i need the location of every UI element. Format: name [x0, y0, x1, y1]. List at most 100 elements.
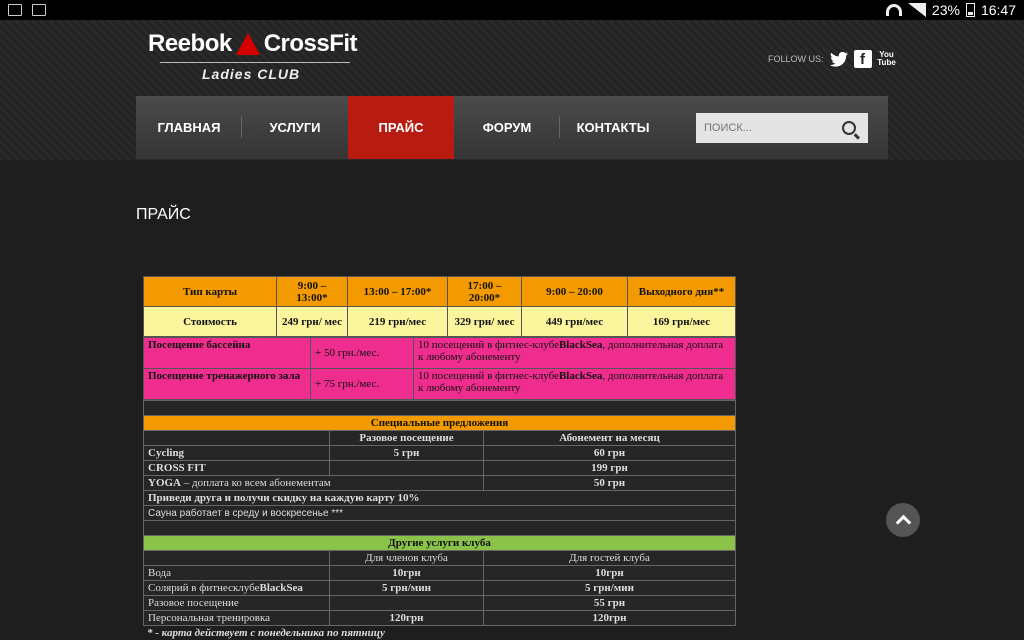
nav-item-forum[interactable]: ФОРУМ — [454, 96, 560, 159]
table-cell: 120грн — [483, 610, 736, 626]
sauna-note: Сауна работает в среду и воскресенье *** — [143, 505, 736, 521]
table-row: Тип карты 9:00 – 13:00* 13:00 – 17:00* 1… — [143, 276, 736, 307]
table-cell: 60 грн — [483, 445, 736, 461]
table-cell: YOGA – доплата ко всем абонементам — [143, 475, 484, 491]
table-header-cell: 17:00 – 20:00* — [447, 276, 522, 307]
site-logo[interactable]: Reebok CrossFit Ladies CLUB — [140, 20, 380, 90]
table-header-cell: Для гостей клуба — [483, 550, 736, 566]
nav-item-home[interactable]: ГЛАВНАЯ — [136, 96, 242, 159]
table-header-cell: 9:00 – 13:00* — [276, 276, 348, 307]
table-row: Другие услуги клуба — [143, 535, 736, 551]
table-row: Разовое посещение 55 грн — [143, 595, 736, 611]
footnote: * - карта действует с понедельника по пя… — [147, 627, 385, 639]
special-offers-table: Специальные предложения Разовое посещени… — [143, 400, 736, 626]
screenshot-notification-icon — [32, 4, 46, 16]
search-icon[interactable] — [842, 121, 856, 135]
table-cell — [143, 550, 330, 566]
table-cell: + 50 грн./мес. — [310, 337, 414, 369]
table-cell: Вода — [143, 565, 330, 581]
social-links: FOLLOW US: f You Tube — [768, 50, 896, 68]
table-row: Персональная тренировка 120грн 120грн — [143, 610, 736, 626]
table-cell: Разовое посещение — [143, 595, 330, 611]
table-cell: Персональная тренировка — [143, 610, 330, 626]
table-cell: 5 грн — [329, 445, 484, 461]
promo-text: Приведи друга и получи скидку на каждую … — [143, 490, 736, 506]
card-prices-table: Тип карты 9:00 – 13:00* 13:00 – 17:00* 1… — [143, 276, 736, 337]
battery-percent: 23% — [931, 2, 960, 18]
twitter-icon[interactable] — [829, 50, 848, 68]
main-nav: ГЛАВНАЯ УСЛУГИ ПРАЙС ФОРУМ КОНТАКТЫ — [136, 96, 888, 159]
table-row: Вода 10грн 10грн — [143, 565, 736, 581]
nav-item-prices[interactable]: ПРАЙС — [348, 96, 454, 159]
status-bar: 23% 16:47 — [0, 0, 1024, 20]
clock: 16:47 — [980, 2, 1016, 18]
table-cell: CROSS FIT — [143, 460, 330, 476]
table-row: Для членов клуба Для гостей клуба — [143, 550, 736, 566]
logo-brand-reebok: Reebok — [148, 30, 232, 57]
table-cell: + 75 грн./мес. — [310, 368, 414, 400]
youtube-icon[interactable]: You Tube — [877, 50, 896, 68]
scroll-to-top-button[interactable] — [886, 503, 920, 537]
chevron-up-icon — [895, 514, 911, 531]
table-row: CROSS FIT 199 грн — [143, 460, 736, 476]
other-services-title: Другие услуги клуба — [143, 535, 736, 551]
table-header-cell: Тип карты — [143, 276, 277, 307]
table-cell: Солярий в фитнесклубеBlackSea — [143, 580, 330, 596]
special-title: Специальные предложения — [143, 415, 736, 431]
table-cell: Посещение тренажерного зала — [143, 368, 311, 400]
table-cell: 329 грн/ мес — [447, 306, 522, 337]
table-header-cell: Для членов клуба — [329, 550, 484, 566]
table-cell: 10грн — [329, 565, 484, 581]
table-cell: Стоимость — [143, 306, 277, 337]
signal-icon — [907, 3, 926, 17]
logo-brand-crossfit: CrossFit — [263, 30, 358, 57]
crossfit-delta-icon — [235, 33, 260, 55]
table-row: Cycling 5 грн 60 грн — [143, 445, 736, 461]
table-cell — [143, 430, 330, 446]
table-cell — [143, 520, 736, 536]
table-row: Стоимость 249 грн/ мес 219 грн/мес 329 г… — [143, 306, 736, 337]
price-tables: Тип карты 9:00 – 13:00* 13:00 – 17:00* 1… — [143, 276, 736, 640]
table-row — [143, 400, 736, 416]
table-header-cell: Выходного дня** — [627, 276, 736, 307]
table-cell: 5 грн/мин — [483, 580, 736, 596]
nav-item-services[interactable]: УСЛУГИ — [242, 96, 348, 159]
logo-divider — [160, 62, 350, 63]
page-title: ПРАЙС — [136, 206, 191, 223]
search-input[interactable] — [704, 122, 834, 134]
table-cell: 449 грн/мес — [521, 306, 628, 337]
extra-note-pre: 10 посещений в фитнес-клубе — [418, 339, 559, 351]
search-box — [696, 113, 868, 143]
table-row: YOGA – доплата ко всем абонементам 50 гр… — [143, 475, 736, 491]
table-header-cell: Разовое посещение — [329, 430, 484, 446]
extra-note-brand: BlackSea — [558, 339, 603, 351]
table-cell: 5 грн/мин — [329, 580, 484, 596]
table-header-cell: 13:00 – 17:00* — [347, 276, 448, 307]
table-header-cell: 9:00 – 20:00 — [521, 276, 628, 307]
table-cell: 199 грн — [483, 460, 736, 476]
table-cell — [329, 595, 484, 611]
table-row: Разовое посещение Абонемент на месяц — [143, 430, 736, 446]
youtube-label-bottom: Tube — [877, 58, 896, 67]
wifi-icon — [885, 4, 902, 16]
table-cell: 120грн — [329, 610, 484, 626]
battery-icon — [965, 3, 975, 17]
table-cell: 50 грн — [483, 475, 736, 491]
table-cell: 169 грн/мес — [627, 306, 736, 337]
solarium-label: Солярий в фитнесклубе — [148, 582, 260, 594]
yoga-description: – доплата ко всем абонементам — [181, 477, 331, 489]
table-row: Сауна работает в среду и воскресенье *** — [143, 505, 736, 521]
table-row: Приведи друга и получи скидку на каждую … — [143, 490, 736, 506]
logo-subtitle: Ladies CLUB — [202, 66, 301, 82]
nav-item-contacts[interactable]: КОНТАКТЫ — [560, 96, 666, 159]
facebook-icon[interactable]: f — [853, 50, 872, 68]
table-row: Специальные предложения — [143, 415, 736, 431]
table-row: Солярий в фитнесклубеBlackSea 5 грн/мин … — [143, 580, 736, 596]
follow-us-label: FOLLOW US: — [768, 54, 824, 64]
table-row: Посещение тренажерного зала + 75 грн./ме… — [143, 368, 736, 400]
table-row — [143, 520, 736, 536]
table-cell: 55 грн — [483, 595, 736, 611]
extra-note-pre: 10 посещений в фитнес-клубе — [418, 370, 559, 382]
image-notification-icon — [8, 4, 22, 16]
table-cell: 10 посещений в фитнес-клубеBlackSea, доп… — [413, 337, 736, 369]
